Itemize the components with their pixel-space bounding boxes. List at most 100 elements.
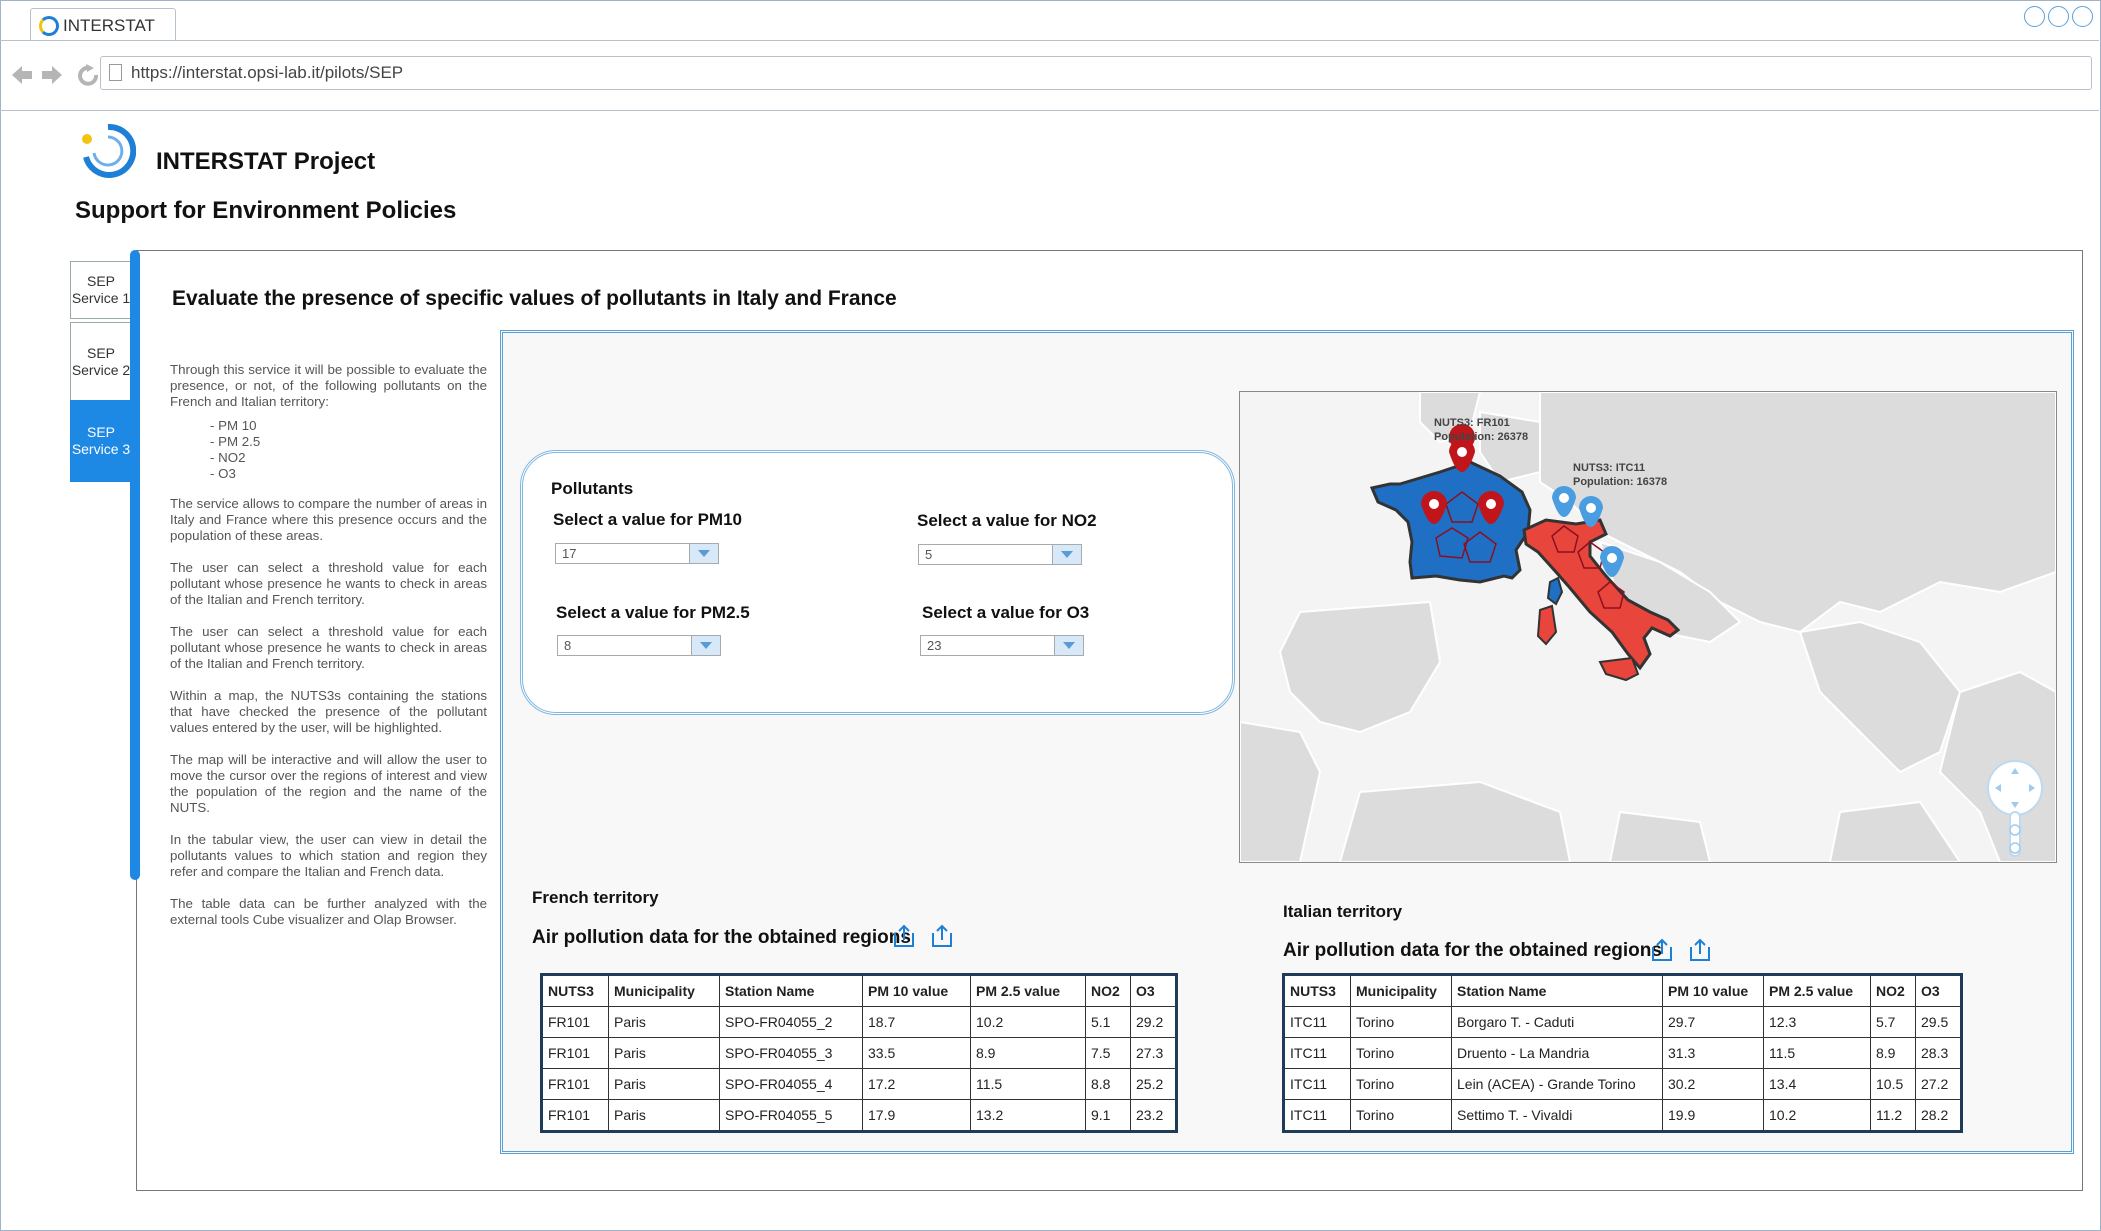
list-item: - NO2 [210,450,246,465]
table-cell: 29.2 [1130,1006,1177,1038]
tab-sep-service-1[interactable]: SEP Service 1 [70,261,132,319]
table-cell: 12.3 [1763,1006,1871,1038]
table-cell: Paris [608,1068,720,1100]
column-header: Station Name [1451,974,1663,1007]
table-header-row: NUTS3 Municipality Station Name PM 10 va… [1283,974,1962,1007]
service-description: Through this service it will be possible… [170,362,487,944]
fr-nuts-code: NUTS3: FR101 [1434,417,1510,429]
table-row: FR101 Paris SPO-FR04055_5 17.9 13.2 9.1 23.2 [541,1099,1177,1132]
table-cell: Paris [608,1037,720,1069]
tab-label-line1: SEP [86,273,115,289]
table-cell: FR101 [541,1037,609,1069]
table-cell: Torino [1350,1099,1452,1132]
table-cell: 28.2 [1915,1099,1962,1132]
tab-sep-service-2[interactable]: SEP Service 2 [70,322,132,402]
table-cell: 17.2 [862,1068,971,1100]
table-cell: 25.2 [1130,1068,1177,1100]
no2-label: Select a value for NO2 [917,511,1097,530]
table-cell: 8.8 [1085,1068,1131,1100]
table-cell: 31.3 [1662,1037,1764,1069]
active-tab-indicator [130,250,140,880]
maximize-button[interactable] [2048,6,2069,27]
no2-select[interactable]: 5 [918,544,1082,565]
forward-arrow-icon[interactable] [42,66,62,84]
url-text: https://interstat.opsi-lab.it/pilots/SEP [131,63,404,82]
table-cell: 13.4 [1763,1068,1871,1100]
column-header: Municipality [1350,974,1452,1007]
table-cell: ITC11 [1283,1037,1351,1069]
column-header: NUTS3 [541,974,609,1007]
table-cell: Torino [1350,1006,1452,1038]
chevron-down-icon[interactable] [689,544,718,563]
column-header: NUTS3 [1283,974,1351,1007]
o3-select[interactable]: 23 [920,635,1084,656]
share-icon[interactable] [1688,938,1712,962]
table-cell: 11.5 [970,1068,1086,1100]
table-cell: FR101 [541,1006,609,1038]
description-paragraph: The table data can be further analyzed w… [170,896,487,927]
share-icon[interactable] [930,924,954,948]
table-cell: Paris [608,1099,720,1132]
tab-label-line2: Service 1 [71,290,131,306]
chevron-down-icon[interactable] [1054,636,1083,655]
table-cell: ITC11 [1283,1006,1351,1038]
o3-value: 23 [927,638,942,653]
pollutants-title: Pollutants [551,479,634,498]
browser-tab-title: INTERSTAT [63,16,155,35]
table-row: ITC11 Torino Druento - La Mandria 31.3 11.5 8… [1283,1037,1962,1069]
table-cell: 28.3 [1915,1037,1962,1069]
table-cell: 10.2 [1763,1099,1871,1132]
table-cell: 10.2 [970,1006,1086,1038]
reload-icon[interactable] [78,64,99,86]
tab-label-line2: Service 2 [71,362,131,378]
back-arrow-icon[interactable] [12,66,32,84]
table-cell: 8.9 [1870,1037,1916,1069]
zoom-in-icon[interactable] [2009,824,2021,836]
list-item: - PM 10 [210,418,257,433]
tab-label-line1: SEP [86,345,115,361]
table-cell: 11.2 [1870,1099,1916,1132]
minimize-button[interactable] [2024,6,2045,27]
interstat-logo [82,123,136,178]
pm10-label: Select a value for PM10 [553,510,742,529]
column-header: Municipality [608,974,720,1007]
table-cell: 27.3 [1130,1037,1177,1069]
chevron-down-icon[interactable] [1052,545,1081,564]
table-row: FR101 Paris SPO-FR04055_2 18.7 10.2 5.1 29.2 [541,1006,1177,1038]
table-cell: ITC11 [1283,1068,1351,1100]
table-cell: Settimo T. - Vivaldi [1451,1099,1663,1132]
chevron-down-icon[interactable] [691,636,720,655]
table-cell: SPO-FR04055_2 [719,1006,863,1038]
o3-label: Select a value for O3 [922,603,1090,622]
export-icon[interactable] [892,924,916,948]
table-cell: Paris [608,1006,720,1038]
export-icon[interactable] [1650,938,1674,962]
table-cell: Lein (ACEA) - Grande Torino [1451,1068,1663,1100]
zoom-out-icon[interactable] [2009,842,2021,854]
column-header: O3 [1915,974,1962,1007]
tab-sep-service-3[interactable]: SEP Service 3 [70,400,132,482]
pm25-select[interactable]: 8 [557,635,721,656]
column-header: O3 [1130,974,1177,1007]
browser-tab[interactable]: INTERSTAT [30,8,176,41]
italian-data-table: NUTS3 Municipality Station Name PM 10 va… [1282,973,1963,1133]
close-window-button[interactable] [2072,6,2093,27]
table-cell: 33.5 [862,1037,971,1069]
table-cell: SPO-FR04055_5 [719,1099,863,1132]
table-cell: Torino [1350,1037,1452,1069]
table-cell: FR101 [541,1099,609,1132]
table-cell: ITC11 [1283,1099,1351,1132]
tab-label-line1: SEP [86,424,115,440]
pm25-label: Select a value for PM2.5 [556,603,750,622]
description-paragraph: The map will be interactive and will all… [170,752,487,815]
table-cell: Druento - La Mandria [1451,1037,1663,1069]
table-row: FR101 Paris SPO-FR04055_4 17.2 11.5 8.8 25.2 [541,1068,1177,1100]
pollution-map[interactable]: NUTS3: FR101 Population: 26378 NUTS3: IT… [1239,391,2057,863]
list-item: - PM 2.5 [210,434,261,449]
pm25-value: 8 [564,638,572,653]
table-cell: Torino [1350,1068,1452,1100]
description-paragraph: In the tabular view, the user can view i… [170,832,487,879]
address-bar[interactable]: https://interstat.opsi-lab.it/pilots/SEP [100,56,2092,90]
map-zoom-control[interactable] [1986,760,2044,860]
pm10-select[interactable]: 17 [555,543,719,564]
